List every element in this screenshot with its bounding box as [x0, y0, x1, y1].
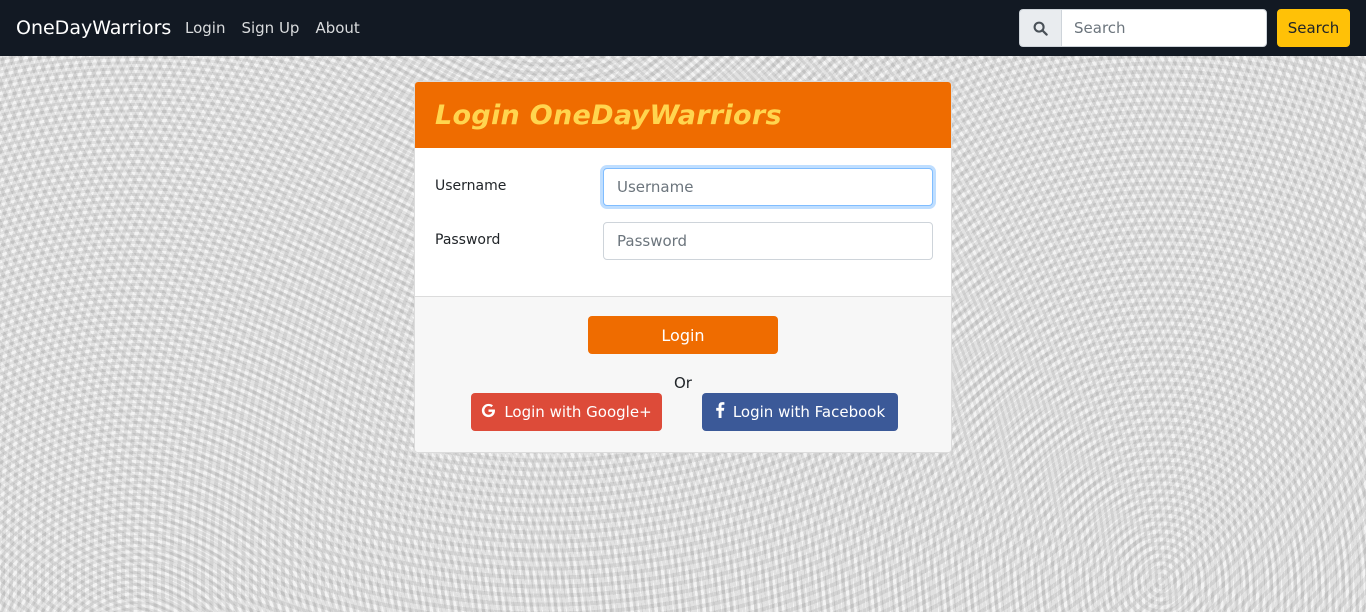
brand-link[interactable]: OneDayWarriors — [16, 16, 171, 40]
search-group — [1019, 9, 1267, 47]
card-title: Login OneDayWarriors — [435, 99, 782, 131]
password-label: Password — [435, 232, 501, 248]
google-icon — [481, 403, 496, 422]
card-body: Username Password — [415, 148, 951, 296]
card-footer: Login Or Login with Google+ Login with F… — [415, 296, 951, 452]
search-button[interactable]: Search — [1277, 9, 1350, 47]
search-input[interactable] — [1061, 9, 1267, 47]
or-divider-text: Or — [674, 374, 692, 392]
nav-links: Login Sign Up About — [185, 18, 376, 38]
nav-link-login[interactable]: Login — [185, 18, 225, 38]
card-header: Login OneDayWarriors — [415, 82, 951, 148]
username-label: Username — [435, 178, 507, 194]
facebook-button-label: Login with Facebook — [732, 403, 886, 421]
login-card: Login OneDayWarriors Username Password L… — [414, 81, 952, 453]
google-login-button[interactable]: Login with Google+ — [471, 393, 662, 431]
facebook-login-button[interactable]: Login with Facebook — [702, 393, 898, 431]
navbar: OneDayWarriors Login Sign Up About Searc… — [0, 0, 1366, 56]
login-button[interactable]: Login — [588, 316, 778, 354]
nav-link-about[interactable]: About — [315, 18, 359, 38]
nav-link-signup[interactable]: Sign Up — [241, 18, 299, 38]
username-input[interactable] — [603, 168, 933, 206]
facebook-icon — [715, 402, 725, 422]
password-input[interactable] — [603, 222, 933, 260]
search-icon — [1019, 9, 1061, 47]
google-button-label: Login with Google+ — [504, 403, 652, 421]
